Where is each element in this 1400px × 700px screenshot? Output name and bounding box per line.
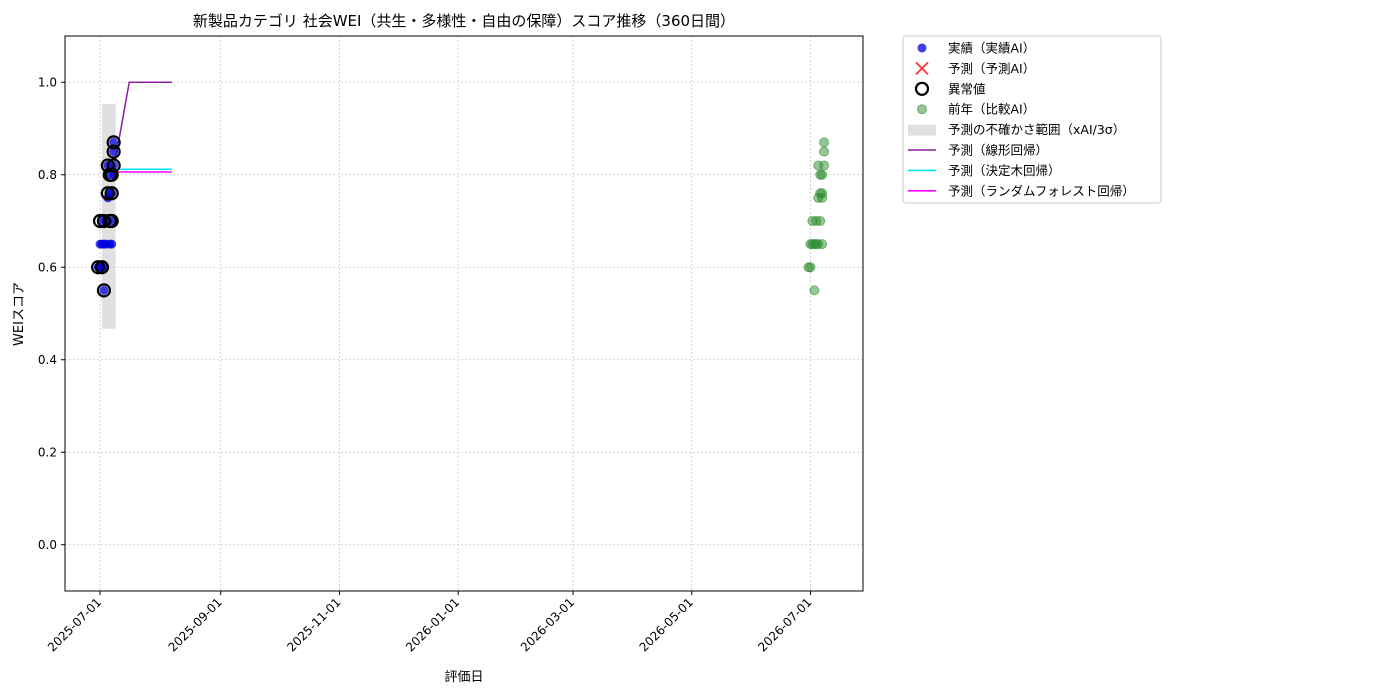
x-tick-label: 2026-03-01: [518, 595, 577, 654]
legend-label-uncertainty: 予測の不確かさ範囲（xAI/3σ）: [948, 122, 1125, 137]
legend-label-tree: 予測（決定木回帰）: [948, 163, 1061, 178]
previous-year-point: [817, 169, 828, 180]
chart-title: 新製品カテゴリ 社会WEI（共生・多様性・自由の保障）スコア推移（360日間）: [193, 12, 735, 30]
x-tick-label: 2025-11-01: [284, 595, 343, 654]
previous-year-point: [809, 285, 820, 296]
x-tick-label: 2025-09-01: [166, 595, 225, 654]
y-tick-label: 1.0: [38, 75, 57, 89]
x-tick-label: 2026-05-01: [637, 595, 696, 654]
actual-point: [99, 285, 109, 295]
y-axis-label: WEIスコア: [12, 282, 27, 346]
prediction-line-linear: [114, 81, 173, 159]
y-tick-label: 0.4: [38, 353, 57, 367]
previous-year-point: [819, 160, 830, 171]
legend-label-anomaly: 異常値: [948, 81, 986, 96]
x-tick-label: 2026-01-01: [403, 595, 462, 654]
legend-label-actual: 実績（実績AI）: [948, 41, 1035, 56]
x-axis-label: 評価日: [444, 670, 483, 685]
previous-year-point: [819, 137, 830, 148]
legend-swatch-uncertainty: [908, 124, 936, 136]
previous-year-point: [817, 239, 828, 250]
previous-year-point: [817, 188, 828, 199]
y-axis: 0.0 0.2 0.4 0.6 0.8 1.0: [38, 75, 65, 552]
x-tick-label: 2026-07-01: [755, 595, 814, 654]
previous-year-layer: [803, 137, 830, 296]
legend: 実績（実績AI） 予測（予測AI） 異常値前年（比較AI） 予測の不確かさ範囲（xAI…: [902, 35, 1162, 204]
previous-year-point: [815, 216, 826, 226]
y-tick-label: 0.2: [38, 445, 57, 459]
y-tick-label: 0.6: [38, 260, 57, 274]
y-tick-label: 0.0: [38, 538, 57, 552]
legend-label-prediction: 予測（予測AI）: [948, 61, 1035, 76]
plot-frame: [64, 35, 864, 592]
prediction-lines-layer: [114, 81, 173, 173]
x-axis: 2025-07-01 2025-09-01 2025-11-01 2026-01-01…: [45, 591, 815, 654]
x-tick-label: 2025-07-01: [45, 595, 104, 654]
legend-swatch-previous-year: [917, 104, 927, 115]
previous-year-point: [819, 146, 830, 157]
legend-label-linear: 予測（線形回帰）: [948, 143, 1048, 158]
actual-point: [107, 239, 117, 249]
legend-label-previous_year: 前年（比較AI）: [948, 102, 1035, 117]
grid: [65, 36, 863, 591]
legend-swatch-actual: [917, 43, 927, 53]
legend-label-forest: 予測（ランダムフォレスト回帰）: [948, 183, 1135, 198]
previous-year-point: [805, 262, 816, 273]
chart: 新製品カテゴリ 社会WEI（共生・多様性・自由の保障）スコア推移（360日間） …: [12, 12, 1162, 685]
y-tick-label: 0.8: [38, 168, 57, 182]
